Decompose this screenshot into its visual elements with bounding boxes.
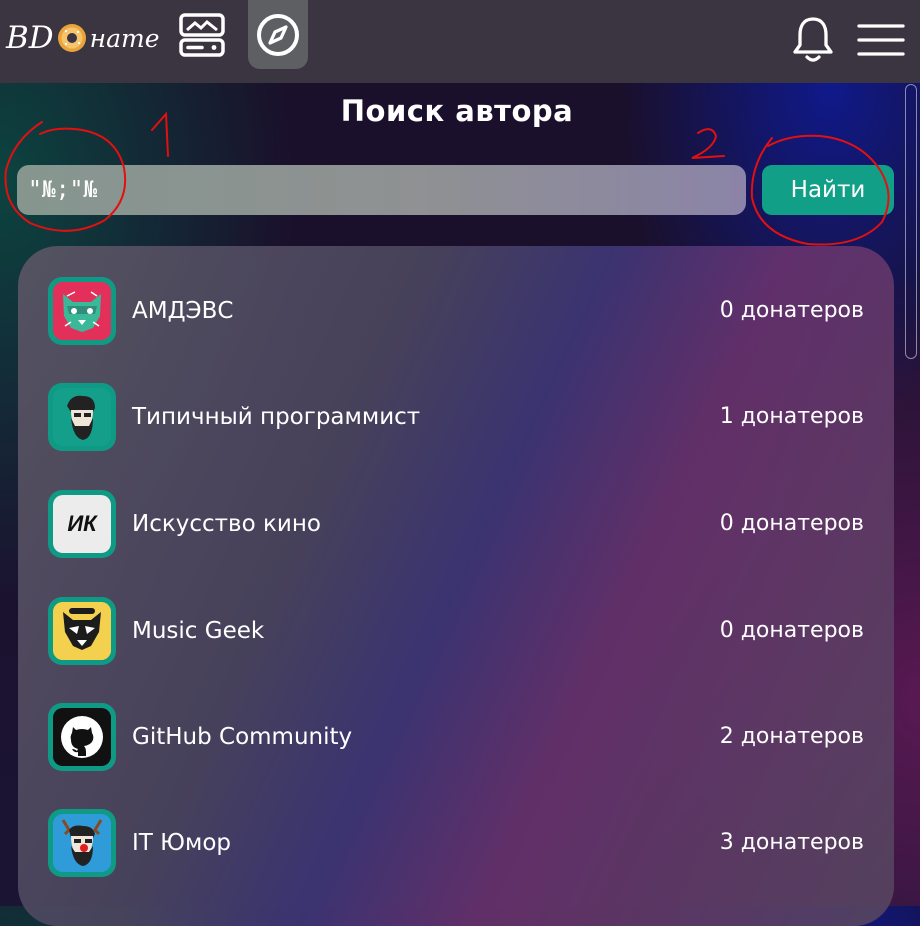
bearded-man-icon — [53, 388, 111, 446]
donut-icon — [57, 24, 86, 52]
author-name: GitHub Community — [132, 724, 353, 750]
list-item[interactable]: Типичный программист 1 донатеров — [48, 383, 864, 453]
bell-icon — [793, 17, 833, 62]
feed-button[interactable] — [172, 0, 232, 69]
menu-button[interactable] — [852, 10, 910, 70]
author-avatar — [48, 277, 116, 345]
github-icon — [53, 708, 111, 766]
deer-man-icon — [53, 814, 111, 872]
author-avatar — [48, 383, 116, 451]
author-avatar — [48, 597, 116, 665]
list-item[interactable]: Music Geek 0 донатеров — [48, 597, 864, 667]
author-avatar: ИК — [48, 490, 116, 558]
explore-button[interactable] — [248, 0, 308, 69]
menu-icon — [857, 24, 905, 56]
raccoon-icon — [53, 602, 111, 660]
feed-icon — [179, 12, 225, 57]
author-name: IT Юмор — [132, 830, 231, 856]
donors-count: 0 донатеров — [719, 298, 864, 323]
search-input[interactable]: "№;"№ — [17, 165, 746, 215]
compass-icon — [257, 13, 299, 56]
notifications-button[interactable] — [786, 10, 840, 70]
logo[interactable]: BD нате — [6, 14, 160, 62]
ik-logo: ИК — [67, 511, 97, 536]
list-item[interactable]: ИК Искусство кино 0 донатеров — [48, 490, 864, 560]
logo-text-part1: BD — [6, 20, 54, 56]
donors-count: 2 донатеров — [719, 724, 864, 749]
list-item[interactable]: IT Юмор 3 донатеров — [48, 809, 864, 879]
donors-count: 0 донатеров — [719, 511, 864, 536]
author-name: АМДЭВС — [132, 298, 234, 324]
find-button[interactable]: Найти — [762, 165, 894, 215]
donors-count: 1 донатеров — [719, 404, 864, 429]
authors-list: АМДЭВС 0 донатеров Типичный программист … — [18, 246, 894, 926]
author-name: Искусство кино — [132, 511, 321, 537]
donors-count: 0 донатеров — [719, 618, 864, 643]
author-avatar — [48, 703, 116, 771]
top-bar: BD нате — [0, 0, 920, 83]
find-button-label: Найти — [790, 177, 866, 203]
cat-icon — [53, 282, 111, 340]
search-input-value: "№;"№ — [28, 177, 98, 203]
author-avatar — [48, 809, 116, 877]
donors-count: 3 донатеров — [719, 830, 864, 855]
list-item[interactable]: АМДЭВС 0 донатеров — [48, 277, 864, 347]
page-title: Поиск автора — [340, 94, 574, 128]
author-name: Music Geek — [132, 618, 265, 644]
annotation-stroke-2 — [691, 128, 725, 159]
author-name: Типичный программист — [132, 404, 421, 430]
list-item[interactable]: GitHub Community 2 донатеров — [48, 703, 864, 773]
logo-text-part2: нате — [89, 23, 160, 53]
